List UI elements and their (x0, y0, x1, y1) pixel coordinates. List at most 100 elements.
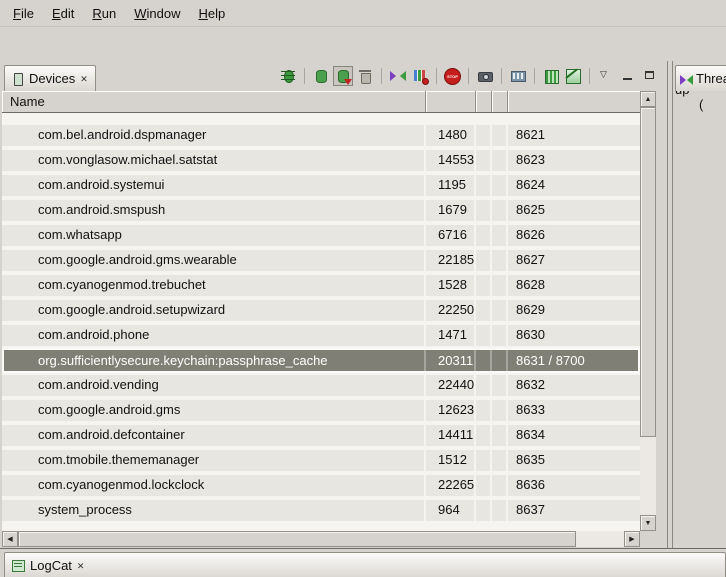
table-row[interactable]: com.whatsapp67168626 (2, 223, 640, 248)
process-port: 8637 (508, 500, 640, 521)
process-port: 8623 (508, 150, 640, 171)
table-row[interactable]: com.android.smspush16798625 (2, 198, 640, 223)
devices-view: Devices ✕ STOP Name com.bel.android.dspm… (0, 61, 668, 548)
process-port: 8636 (508, 475, 640, 496)
table-row[interactable]: com.cyanogenmod.trebuchet15288628 (2, 273, 640, 298)
menu-run[interactable]: Run (83, 2, 125, 25)
column-header-empty[interactable] (476, 91, 492, 112)
close-icon[interactable]: ✕ (76, 561, 86, 571)
device-table-header: Name (2, 91, 640, 113)
table-row[interactable]: org.sufficientlysecure.keychain:passphra… (2, 348, 640, 373)
tab-logcat[interactable]: LogCat ✕ (4, 552, 726, 577)
empty-cell (476, 450, 492, 471)
menu-help[interactable]: Help (189, 2, 234, 25)
process-pid: 14553 (426, 150, 476, 171)
horizontal-scrollbar-thumb[interactable] (18, 531, 576, 547)
menu-edit[interactable]: Edit (43, 2, 83, 25)
table-row[interactable]: com.google.android.setupwizard222508629 (2, 298, 640, 323)
vertical-scrollbar[interactable]: ▲ ▼ (640, 91, 656, 531)
debug-process-icon[interactable] (279, 67, 297, 85)
vertical-scrollbar-thumb[interactable] (640, 107, 656, 437)
column-header-name[interactable]: Name (2, 91, 426, 112)
stop-process-icon[interactable]: STOP (444, 68, 461, 85)
tab-threads-label: Threa (696, 71, 726, 86)
horizontal-scrollbar-track[interactable] (18, 531, 624, 547)
update-heap-icon[interactable] (312, 67, 330, 85)
table-row[interactable]: system_process9648637 (2, 498, 640, 523)
process-name: com.google.android.gms (2, 400, 426, 421)
process-port: 8627 (508, 250, 640, 271)
toolbar-separator (468, 68, 469, 84)
threads-view: Threa ✕ Thread up ( (672, 61, 726, 548)
menu-file[interactable]: File (4, 2, 43, 25)
menu-window-label-rest: indow (147, 6, 181, 21)
view-menu-icon[interactable] (597, 67, 615, 85)
scroll-up-icon[interactable]: ▲ (640, 91, 656, 107)
device-table-rows: com.bel.android.dspmanager14808621com.vo… (2, 113, 640, 531)
menu-edit-label: E (52, 6, 61, 21)
method-profiling-icon[interactable] (411, 67, 429, 85)
empty-cell (476, 325, 492, 346)
process-name: com.android.systemui (2, 175, 426, 196)
toolbar-separator (589, 68, 590, 84)
logcat-icon (11, 558, 26, 573)
process-name: com.android.phone (2, 325, 426, 346)
empty-cell (476, 175, 492, 196)
tab-threads[interactable]: Threa ✕ (675, 65, 726, 91)
screen-record-icon[interactable] (509, 67, 527, 85)
process-name: system_process (2, 500, 426, 521)
screen-capture-icon[interactable] (476, 67, 494, 85)
process-name: com.cyanogenmod.trebuchet (2, 275, 426, 296)
table-row[interactable]: com.android.vending224408632 (2, 373, 640, 398)
dump-hprof-icon[interactable] (334, 67, 352, 85)
scroll-right-icon[interactable]: ▶ (624, 531, 640, 547)
table-row[interactable]: com.cyanogenmod.lockclock222658636 (2, 473, 640, 498)
empty-cell (476, 250, 492, 271)
process-port: 8634 (508, 425, 640, 446)
empty-cell (492, 125, 508, 146)
empty-cell (476, 348, 492, 373)
toolbar-separator (381, 68, 382, 84)
empty-cell (492, 348, 508, 373)
minimize-icon[interactable] (619, 67, 637, 85)
process-pid: 22265 (426, 475, 476, 496)
cause-gc-icon[interactable] (356, 67, 374, 85)
column-header-pid[interactable] (426, 91, 476, 112)
tab-logcat-label: LogCat (30, 558, 72, 573)
update-threads-icon[interactable] (389, 67, 407, 85)
table-row[interactable]: com.android.phone14718630 (2, 323, 640, 348)
process-pid: 1195 (426, 175, 476, 196)
menu-file-label-rest: ile (21, 6, 34, 21)
table-row[interactable]: com.android.systemui11958624 (2, 173, 640, 198)
opengl-trace-icon[interactable] (564, 67, 582, 85)
tab-devices-label: Devices (29, 71, 75, 86)
table-row[interactable]: com.bel.android.dspmanager14808621 (2, 123, 640, 148)
table-row[interactable]: com.android.defcontainer144118634 (2, 423, 640, 448)
horizontal-scrollbar[interactable]: ◀ ▶ (2, 531, 640, 547)
table-row[interactable]: com.google.android.gms126238633 (2, 398, 640, 423)
empty-cell (492, 450, 508, 471)
tab-devices[interactable]: Devices ✕ (4, 65, 96, 91)
column-header-empty[interactable] (492, 91, 508, 112)
menu-help-label: H (198, 6, 207, 21)
empty-cell (492, 225, 508, 246)
process-port: 8621 (508, 125, 640, 146)
threads-view-header: Threa ✕ (673, 61, 726, 91)
table-row[interactable]: com.vonglasow.michael.satstat145538623 (2, 148, 640, 173)
scroll-down-icon[interactable]: ▼ (640, 515, 656, 531)
empty-cell (492, 325, 508, 346)
table-row[interactable]: com.google.android.gms.wearable221858627 (2, 248, 640, 273)
empty-cell (492, 500, 508, 521)
table-row[interactable]: com.tmobile.thememanager15128635 (2, 448, 640, 473)
scroll-left-icon[interactable]: ◀ (2, 531, 18, 547)
process-name: com.google.android.gms.wearable (2, 250, 426, 271)
empty-cell (492, 400, 508, 421)
capture-systrace-icon[interactable] (542, 67, 560, 85)
empty-cell (492, 375, 508, 396)
menu-window[interactable]: Window (125, 2, 189, 25)
maximize-icon[interactable] (641, 67, 659, 85)
process-port: 8625 (508, 200, 640, 221)
empty-cell (492, 200, 508, 221)
close-icon[interactable]: ✕ (79, 74, 89, 84)
column-header-port[interactable] (508, 91, 640, 112)
